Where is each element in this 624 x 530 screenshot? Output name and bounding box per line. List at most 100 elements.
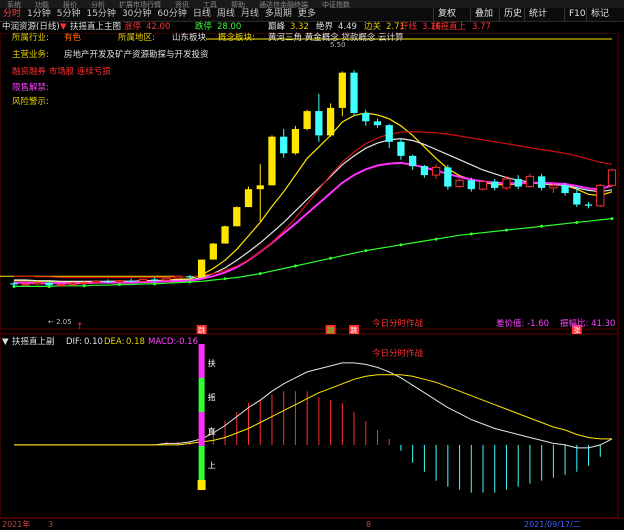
candle-body [291,129,300,154]
menu-item-6[interactable]: 工具 [203,1,217,8]
candle-body [455,179,464,188]
ma-dot [188,280,192,284]
axis-year-label: 2021年 [2,520,31,529]
title-item-label-0: 涨停 [124,22,142,32]
menu-bar: 系统 功能 报价 分析 扩展市场行情 资讯 工具 帮助 通达信金融终端 中证指数 [0,0,624,8]
candle-body [397,141,405,156]
title-item-value-0: 42.00 [146,22,171,32]
title-item-label-6: 扶摇直上 [432,22,467,32]
signal-2: 跳 [351,326,358,335]
candle-body [174,275,183,279]
period-tab-8[interactable]: 月线 [238,8,262,21]
candle-body [33,282,42,285]
business-value: 房地产开发及矿产资源勘探与开发投资 [64,50,209,60]
menu-item-9[interactable]: 中证指数 [322,1,350,8]
region-label: 所属地区: [118,33,155,43]
signal-column-seg [198,446,205,480]
candle-body [514,178,522,187]
ma-dot [293,264,297,268]
candle-body [221,226,229,244]
candle-body [409,155,417,167]
toolbar-button-3[interactable]: 统计 [524,8,551,21]
dea-line [14,374,612,446]
period-tab-4[interactable]: 30分钟 [119,8,154,21]
period-tab-6[interactable]: 日线 [190,8,214,21]
main-price-chart[interactable]: 跳跳跳涨↑ [0,33,624,334]
period-tab-7[interactable]: 周线 [214,8,238,21]
menu-item-4[interactable]: 扩展市场行情 [119,1,161,8]
region-value: 山东板块 [172,33,207,43]
candle-body [186,276,194,278]
candle-body [80,282,89,285]
concept-label: 概念板块: [218,33,255,43]
menu-item-8[interactable]: 通达信金融终端 [259,1,308,8]
business-label: 主营业务: [12,50,49,60]
candle-body [104,281,112,283]
candle-body [91,280,101,284]
signal-column-base [197,480,206,490]
period-tab-2[interactable]: 5分钟 [54,8,84,21]
unlock-label: 限售解禁: [12,83,49,93]
menu-item-0[interactable]: 系统 [7,1,21,8]
title-item-label-2: 巅峰 [268,22,286,32]
period-tab-9[interactable]: 多周期 [262,8,295,21]
macd-subchart[interactable]: 扶摇直上 [0,334,624,518]
ma-dot [329,256,333,260]
signal-1: 跳 [327,326,334,335]
ma-dot [82,284,86,288]
menu-item-2[interactable]: 报价 [63,1,77,8]
indicator-arrow-icon: ▼ [60,22,67,32]
ma-dot [364,249,368,253]
ma-dot [469,232,473,236]
period-tab-10[interactable]: 更多 [295,8,319,21]
menu-item-7[interactable]: 帮助 [231,1,245,8]
menu-item-3[interactable]: 分析 [91,1,105,8]
signal-column-char-1: 摇 [208,392,216,402]
industry-label: 所属行业: [12,33,49,43]
signal-column-char-3: 上 [208,461,216,470]
period-tab-5[interactable]: 60分钟 [154,8,189,21]
candle-body [525,175,535,188]
candle-body [420,166,429,176]
menu-item-5[interactable]: 资讯 [175,1,189,8]
ma-dot [399,243,403,247]
stock-title: 中润资源(日线) [2,22,60,32]
title-item-value-3: 4.49 [338,22,357,32]
toolbar-button-0[interactable]: 复权 [433,8,460,21]
indicator-name[interactable]: 扶摇直上主图 [70,21,121,33]
axis-current-date: 2021/09/17/二 [524,520,581,529]
candle-body [303,111,311,129]
candle-body [350,72,358,113]
candle-body [21,283,30,286]
period-tab-3[interactable]: 15分钟 [83,8,118,21]
ma-dot [153,282,157,286]
toolbar-button-2[interactable]: 历史 [499,8,526,21]
candle-body [56,284,66,287]
candle-body [362,113,370,122]
ma-dot [610,217,614,221]
candle-body [596,184,605,207]
candle-body [138,278,148,282]
candle-body [478,180,488,190]
candle-body [151,279,159,281]
sub-frame [0,334,619,518]
toolbar-button-5[interactable]: 标记 [586,8,613,21]
candle-body [244,189,253,208]
range-label: 振幅比: 41.30 [560,319,616,329]
candle-body [45,282,53,286]
ma-dot [118,283,122,287]
signal-column-seg [198,378,205,412]
title-item-label-4: 边关 [364,22,382,32]
candle-body [326,107,335,136]
candle-body [538,176,546,188]
period-toolbar: 分时 1分钟 5分钟 15分钟 30分钟 60分钟 日线 周线 月线 多周期 更多 复权 叠加 历史 统计 F… [0,8,624,22]
period-tab-1[interactable]: 1分钟 [24,8,54,21]
menu-item-1[interactable]: 功能 [35,1,49,8]
candle-body [561,185,569,193]
toolbar-button-1[interactable]: 叠加 [470,8,497,21]
candle-body [256,185,264,190]
period-tab-0[interactable]: 分时 [0,8,24,21]
axis-month-8: 8 [366,520,372,529]
risk-label: 风险警示: [12,97,49,107]
low-arrow-icon: ↑ [76,322,84,332]
